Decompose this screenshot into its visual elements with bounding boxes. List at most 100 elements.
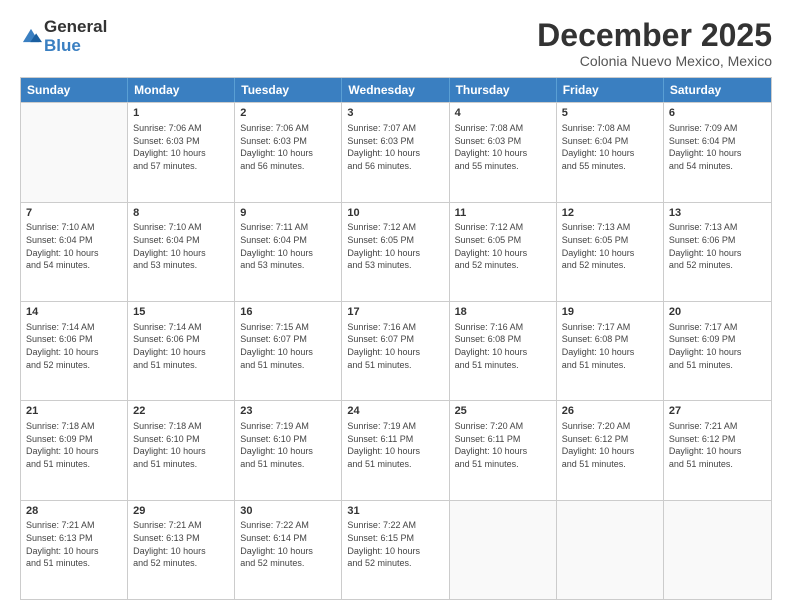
cell-info: Sunrise: 7:14 AM Sunset: 6:06 PM Dayligh…: [26, 321, 122, 371]
calendar-cell: 25Sunrise: 7:20 AM Sunset: 6:11 PM Dayli…: [450, 401, 557, 499]
calendar-cell: 23Sunrise: 7:19 AM Sunset: 6:10 PM Dayli…: [235, 401, 342, 499]
calendar-cell: [664, 501, 771, 599]
day-number: 13: [669, 206, 766, 221]
calendar-cell: 30Sunrise: 7:22 AM Sunset: 6:14 PM Dayli…: [235, 501, 342, 599]
day-number: 16: [240, 305, 336, 320]
calendar-header-cell: Sunday: [21, 78, 128, 102]
calendar-week-row: 14Sunrise: 7:14 AM Sunset: 6:06 PM Dayli…: [21, 301, 771, 400]
calendar-cell: 11Sunrise: 7:12 AM Sunset: 6:05 PM Dayli…: [450, 203, 557, 301]
day-number: 12: [562, 206, 658, 221]
cell-info: Sunrise: 7:06 AM Sunset: 6:03 PM Dayligh…: [240, 122, 336, 172]
cell-info: Sunrise: 7:21 AM Sunset: 6:13 PM Dayligh…: [26, 519, 122, 569]
day-number: 25: [455, 404, 551, 419]
day-number: 29: [133, 504, 229, 519]
cell-info: Sunrise: 7:15 AM Sunset: 6:07 PM Dayligh…: [240, 321, 336, 371]
calendar-week-row: 1Sunrise: 7:06 AM Sunset: 6:03 PM Daylig…: [21, 102, 771, 201]
day-number: 21: [26, 404, 122, 419]
calendar-cell: 3Sunrise: 7:07 AM Sunset: 6:03 PM Daylig…: [342, 103, 449, 201]
cell-info: Sunrise: 7:22 AM Sunset: 6:14 PM Dayligh…: [240, 519, 336, 569]
cell-info: Sunrise: 7:17 AM Sunset: 6:08 PM Dayligh…: [562, 321, 658, 371]
calendar-cell: 21Sunrise: 7:18 AM Sunset: 6:09 PM Dayli…: [21, 401, 128, 499]
cell-info: Sunrise: 7:08 AM Sunset: 6:04 PM Dayligh…: [562, 122, 658, 172]
cell-info: Sunrise: 7:21 AM Sunset: 6:12 PM Dayligh…: [669, 420, 766, 470]
day-number: 1: [133, 106, 229, 121]
cell-info: Sunrise: 7:09 AM Sunset: 6:04 PM Dayligh…: [669, 122, 766, 172]
calendar-cell: 2Sunrise: 7:06 AM Sunset: 6:03 PM Daylig…: [235, 103, 342, 201]
day-number: 6: [669, 106, 766, 121]
logo-blue: Blue: [44, 37, 107, 56]
day-number: 14: [26, 305, 122, 320]
calendar-cell: 14Sunrise: 7:14 AM Sunset: 6:06 PM Dayli…: [21, 302, 128, 400]
cell-info: Sunrise: 7:06 AM Sunset: 6:03 PM Dayligh…: [133, 122, 229, 172]
subtitle: Colonia Nuevo Mexico, Mexico: [537, 53, 772, 69]
page: General Blue December 2025 Colonia Nuevo…: [0, 0, 792, 612]
cell-info: Sunrise: 7:18 AM Sunset: 6:10 PM Dayligh…: [133, 420, 229, 470]
cell-info: Sunrise: 7:11 AM Sunset: 6:04 PM Dayligh…: [240, 221, 336, 271]
calendar-header-cell: Tuesday: [235, 78, 342, 102]
cell-info: Sunrise: 7:16 AM Sunset: 6:08 PM Dayligh…: [455, 321, 551, 371]
cell-info: Sunrise: 7:10 AM Sunset: 6:04 PM Dayligh…: [26, 221, 122, 271]
cell-info: Sunrise: 7:21 AM Sunset: 6:13 PM Dayligh…: [133, 519, 229, 569]
logo-text: General Blue: [44, 18, 107, 55]
calendar-cell: 9Sunrise: 7:11 AM Sunset: 6:04 PM Daylig…: [235, 203, 342, 301]
day-number: 3: [347, 106, 443, 121]
calendar-header-cell: Friday: [557, 78, 664, 102]
calendar-cell: 16Sunrise: 7:15 AM Sunset: 6:07 PM Dayli…: [235, 302, 342, 400]
cell-info: Sunrise: 7:13 AM Sunset: 6:05 PM Dayligh…: [562, 221, 658, 271]
day-number: 18: [455, 305, 551, 320]
calendar-cell: 13Sunrise: 7:13 AM Sunset: 6:06 PM Dayli…: [664, 203, 771, 301]
cell-info: Sunrise: 7:07 AM Sunset: 6:03 PM Dayligh…: [347, 122, 443, 172]
calendar-cell: 19Sunrise: 7:17 AM Sunset: 6:08 PM Dayli…: [557, 302, 664, 400]
calendar-cell: 12Sunrise: 7:13 AM Sunset: 6:05 PM Dayli…: [557, 203, 664, 301]
calendar-cell: 18Sunrise: 7:16 AM Sunset: 6:08 PM Dayli…: [450, 302, 557, 400]
day-number: 2: [240, 106, 336, 121]
cell-info: Sunrise: 7:12 AM Sunset: 6:05 PM Dayligh…: [455, 221, 551, 271]
day-number: 17: [347, 305, 443, 320]
calendar-body: 1Sunrise: 7:06 AM Sunset: 6:03 PM Daylig…: [21, 102, 771, 599]
day-number: 28: [26, 504, 122, 519]
calendar-cell: 10Sunrise: 7:12 AM Sunset: 6:05 PM Dayli…: [342, 203, 449, 301]
day-number: 22: [133, 404, 229, 419]
calendar-header-cell: Saturday: [664, 78, 771, 102]
cell-info: Sunrise: 7:22 AM Sunset: 6:15 PM Dayligh…: [347, 519, 443, 569]
calendar-cell: 4Sunrise: 7:08 AM Sunset: 6:03 PM Daylig…: [450, 103, 557, 201]
calendar-cell: [450, 501, 557, 599]
calendar-cell: 20Sunrise: 7:17 AM Sunset: 6:09 PM Dayli…: [664, 302, 771, 400]
day-number: 30: [240, 504, 336, 519]
day-number: 24: [347, 404, 443, 419]
cell-info: Sunrise: 7:18 AM Sunset: 6:09 PM Dayligh…: [26, 420, 122, 470]
cell-info: Sunrise: 7:20 AM Sunset: 6:11 PM Dayligh…: [455, 420, 551, 470]
day-number: 4: [455, 106, 551, 121]
calendar-cell: [21, 103, 128, 201]
calendar-week-row: 7Sunrise: 7:10 AM Sunset: 6:04 PM Daylig…: [21, 202, 771, 301]
day-number: 7: [26, 206, 122, 221]
calendar-header-cell: Monday: [128, 78, 235, 102]
logo-general: General: [44, 18, 107, 37]
calendar-week-row: 28Sunrise: 7:21 AM Sunset: 6:13 PM Dayli…: [21, 500, 771, 599]
day-number: 11: [455, 206, 551, 221]
calendar: SundayMondayTuesdayWednesdayThursdayFrid…: [20, 77, 772, 600]
logo-icon: [20, 26, 42, 48]
calendar-cell: [557, 501, 664, 599]
cell-info: Sunrise: 7:14 AM Sunset: 6:06 PM Dayligh…: [133, 321, 229, 371]
calendar-cell: 5Sunrise: 7:08 AM Sunset: 6:04 PM Daylig…: [557, 103, 664, 201]
calendar-cell: 22Sunrise: 7:18 AM Sunset: 6:10 PM Dayli…: [128, 401, 235, 499]
cell-info: Sunrise: 7:20 AM Sunset: 6:12 PM Dayligh…: [562, 420, 658, 470]
calendar-cell: 29Sunrise: 7:21 AM Sunset: 6:13 PM Dayli…: [128, 501, 235, 599]
day-number: 20: [669, 305, 766, 320]
cell-info: Sunrise: 7:13 AM Sunset: 6:06 PM Dayligh…: [669, 221, 766, 271]
day-number: 8: [133, 206, 229, 221]
calendar-cell: 27Sunrise: 7:21 AM Sunset: 6:12 PM Dayli…: [664, 401, 771, 499]
day-number: 27: [669, 404, 766, 419]
cell-info: Sunrise: 7:10 AM Sunset: 6:04 PM Dayligh…: [133, 221, 229, 271]
month-title: December 2025: [537, 18, 772, 53]
calendar-cell: 28Sunrise: 7:21 AM Sunset: 6:13 PM Dayli…: [21, 501, 128, 599]
day-number: 31: [347, 504, 443, 519]
day-number: 5: [562, 106, 658, 121]
day-number: 15: [133, 305, 229, 320]
calendar-cell: 8Sunrise: 7:10 AM Sunset: 6:04 PM Daylig…: [128, 203, 235, 301]
calendar-cell: 31Sunrise: 7:22 AM Sunset: 6:15 PM Dayli…: [342, 501, 449, 599]
cell-info: Sunrise: 7:19 AM Sunset: 6:10 PM Dayligh…: [240, 420, 336, 470]
calendar-cell: 24Sunrise: 7:19 AM Sunset: 6:11 PM Dayli…: [342, 401, 449, 499]
day-number: 26: [562, 404, 658, 419]
